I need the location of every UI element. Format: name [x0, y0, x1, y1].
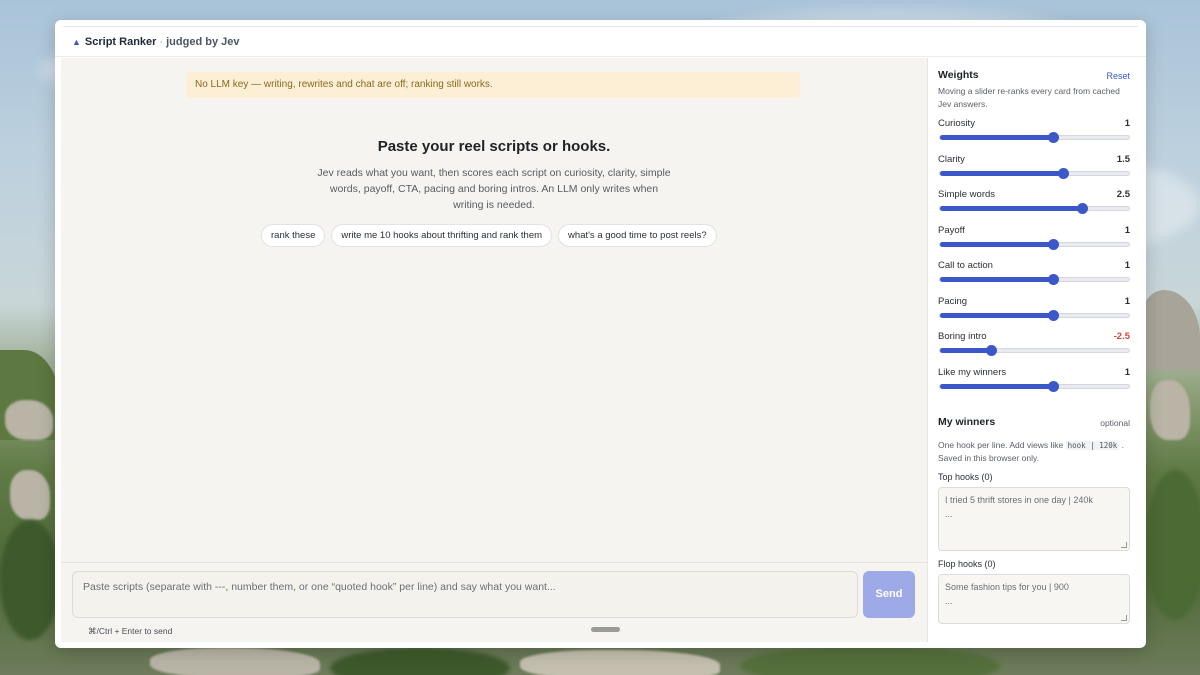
slider-fill [940, 312, 1054, 318]
slider-label: Pacing [938, 295, 968, 307]
slider-row: Curiosity 1 [938, 118, 1130, 148]
hero-title: Paste your reel scripts or hooks. [377, 138, 611, 155]
slider-label: Like my winners [938, 366, 1007, 378]
settings-panel: Weights Reset Moving a slider re-ranks e… [927, 58, 1140, 642]
slider-thumb[interactable] [1048, 380, 1060, 392]
slider-track[interactable] [939, 309, 1130, 321]
hero-description: Jev reads what you want, then scores eac… [317, 167, 671, 211]
flop-hooks-ellipsis: ... [945, 596, 953, 606]
slider-row: Pacing 1 [938, 296, 1130, 326]
slider-thumb[interactable] [1076, 203, 1088, 214]
slider-label: Payoff [938, 224, 965, 236]
slider-value: 1 [1124, 224, 1130, 236]
slider-value: 1 [1124, 118, 1130, 129]
slider-thumb[interactable] [1048, 274, 1060, 285]
optional-label: optional [1100, 418, 1130, 428]
slider-fill [940, 206, 1082, 211]
slider-value: 1.5 [1116, 153, 1130, 165]
slider-label: Simple words [938, 189, 996, 200]
resize-grip-icon[interactable] [1121, 542, 1127, 548]
winners-note-prefix: One hook per line. Add views like [938, 440, 1064, 450]
slider-row: Simple words 2.5 [938, 189, 1130, 219]
top-hooks-textarea[interactable]: I tried 5 thrift stores in one day | 240… [938, 487, 1130, 551]
slider-value: 2.5 [1116, 189, 1130, 200]
slider-thumb[interactable] [1057, 167, 1069, 179]
slider-row: Like my winners 1 [938, 367, 1130, 397]
slider-thumb[interactable] [1048, 132, 1060, 143]
slider-label: Clarity [938, 153, 965, 165]
winners-note-code: hook | 120k [1065, 441, 1120, 450]
slider-label: Call to action [938, 260, 993, 271]
flop-hooks-textarea[interactable]: Some fashion tips for you | 900 ... [938, 574, 1130, 624]
top-hooks-label: Top hooks (0) [938, 472, 993, 482]
slider-label: Boring intro [938, 331, 987, 342]
slider-fill [940, 383, 1054, 389]
send-button[interactable]: Send [863, 571, 915, 618]
slider-value: 1 [1124, 260, 1130, 271]
slider-fill [940, 135, 1054, 140]
slider-value: 1 [1124, 295, 1130, 307]
reset-button[interactable]: Reset [1106, 71, 1130, 81]
slider-label: Curiosity [938, 118, 975, 129]
no-llm-key-banner: No LLM key — writing, rewrites and chat … [186, 72, 800, 98]
chip-rank-these[interactable]: rank these [261, 224, 326, 247]
slider-row: Boring intro -2.5 [938, 331, 1130, 361]
slider-fill [940, 170, 1063, 176]
slider-fill [940, 241, 1054, 247]
weights-header: Weights Reset [938, 69, 1130, 81]
chat-area: No LLM key — writing, rewrites and chat … [61, 58, 927, 642]
app-name: Script Ranker [84, 35, 157, 48]
weights-title: Weights [938, 69, 979, 81]
slider-track[interactable] [939, 132, 1130, 143]
top-hooks-placeholder: I tried 5 thrift stores in one day | 240… [945, 495, 1093, 505]
resize-grip-icon[interactable] [1121, 615, 1127, 621]
slider-track[interactable] [939, 167, 1130, 179]
title-bar: ▲ Script Ranker · judged by Jev [55, 27, 1146, 57]
winners-header: My winners optional [938, 416, 1130, 428]
slider-fill [940, 348, 992, 353]
slider-track[interactable] [939, 238, 1130, 250]
app-subtitle: judged by Jev [166, 35, 240, 48]
slider-row: Clarity 1.5 [938, 154, 1130, 184]
winners-note: One hook per line. Add views like hook |… [938, 439, 1130, 465]
slider-value: -2.5 [1113, 331, 1130, 342]
slider-thumb[interactable] [986, 345, 998, 356]
triangle-icon: ▲ [72, 36, 81, 47]
flop-hooks-placeholder: Some fashion tips for you | 900 [945, 582, 1069, 592]
weights-note: Moving a slider re-ranks every card from… [938, 86, 1120, 109]
slider-row: Payoff 1 [938, 225, 1130, 255]
slider-fill [940, 277, 1054, 282]
composer-divider [61, 562, 927, 563]
app-window: ▲ Script Ranker · judged by Jev No LLM k… [55, 20, 1146, 648]
slider-track[interactable] [939, 274, 1130, 285]
slider-track[interactable] [939, 203, 1130, 214]
chip-post-time[interactable]: what's a good time to post reels? [558, 224, 717, 247]
resize-handle[interactable] [591, 627, 620, 632]
suggestion-chips: rank these write me 10 hooks about thrif… [261, 224, 717, 247]
title-separator: · [159, 35, 164, 48]
send-shortcut-hint: ⌘/Ctrl + Enter to send [88, 626, 173, 636]
slider-row: Call to action 1 [938, 260, 1130, 290]
slider-track[interactable] [939, 345, 1130, 356]
slider-thumb[interactable] [1048, 238, 1060, 250]
flop-hooks-label: Flop hooks (0) [938, 559, 996, 569]
chip-write-hooks[interactable]: write me 10 hooks about thrifting and ra… [331, 224, 553, 247]
slider-thumb[interactable] [1048, 309, 1060, 321]
slider-value: 1 [1124, 366, 1130, 378]
script-input[interactable]: Paste scripts (separate with ---, number… [72, 571, 858, 618]
top-hooks-ellipsis: ... [945, 509, 953, 519]
slider-track[interactable] [939, 380, 1130, 392]
